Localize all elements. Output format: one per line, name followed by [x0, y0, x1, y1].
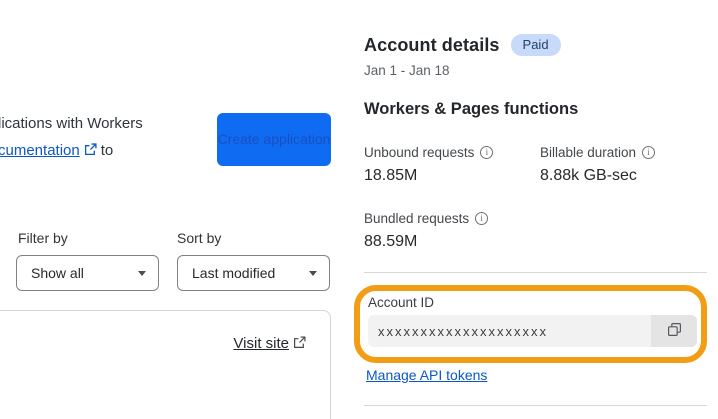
info-icon[interactable]: i	[642, 146, 656, 159]
visit-site-row: Visit site	[233, 335, 310, 353]
divider	[364, 405, 707, 406]
project-card: Visit site	[0, 310, 331, 419]
sort-by-label: Sort by	[177, 230, 222, 246]
workers-pages-overview-page: lications with Workers cumentation to Cre…	[0, 0, 718, 419]
chevron-down-icon	[138, 270, 146, 276]
copy-button[interactable]	[651, 315, 697, 347]
documentation-link[interactable]: cumentation	[0, 142, 80, 159]
bundled-requests-label: Bundled requests i	[364, 211, 489, 226]
account-details-panel: Account details Paid Jan 1 - Jan 18 Work…	[354, 0, 707, 419]
divider	[364, 272, 707, 273]
account-id-field-group	[368, 315, 697, 347]
intro-text-suffix: to	[100, 142, 114, 159]
sort-select-value: Last modified	[192, 265, 276, 281]
functions-section-title: Workers & Pages functions	[364, 100, 579, 118]
date-range: Jan 1 - Jan 18	[364, 63, 450, 78]
bundled-requests-value: 88.59M	[364, 233, 418, 250]
intro-paragraph: lications with Workers cumentation to	[0, 110, 228, 165]
external-link-icon	[84, 138, 97, 165]
intro-text-line1: lications with Workers	[0, 115, 143, 132]
manage-api-tokens-link[interactable]: Manage API tokens	[366, 367, 487, 383]
billable-duration-value: 8.88k GB-sec	[540, 167, 637, 184]
filter-select[interactable]: Show all	[16, 255, 159, 291]
info-icon[interactable]: i	[480, 146, 494, 159]
filter-select-value: Show all	[31, 265, 84, 281]
copy-icon	[667, 322, 682, 340]
account-details-title: Account details	[364, 34, 500, 55]
sort-select[interactable]: Last modified	[177, 255, 330, 291]
unbound-requests-label: Unbound requests i	[364, 145, 494, 160]
filter-by-label: Filter by	[18, 230, 68, 246]
paid-badge: Paid	[510, 34, 561, 56]
chevron-down-icon	[309, 270, 317, 276]
unbound-requests-value: 18.85M	[364, 167, 418, 184]
create-application-button[interactable]: Create application	[217, 113, 331, 166]
visit-site-link[interactable]: Visit site	[233, 335, 289, 352]
account-id-label: Account ID	[368, 295, 435, 310]
external-link-icon	[293, 336, 306, 353]
account-id-input[interactable]	[368, 315, 651, 347]
info-icon[interactable]: i	[475, 212, 489, 225]
billable-duration-label: Billable duration i	[540, 145, 656, 160]
